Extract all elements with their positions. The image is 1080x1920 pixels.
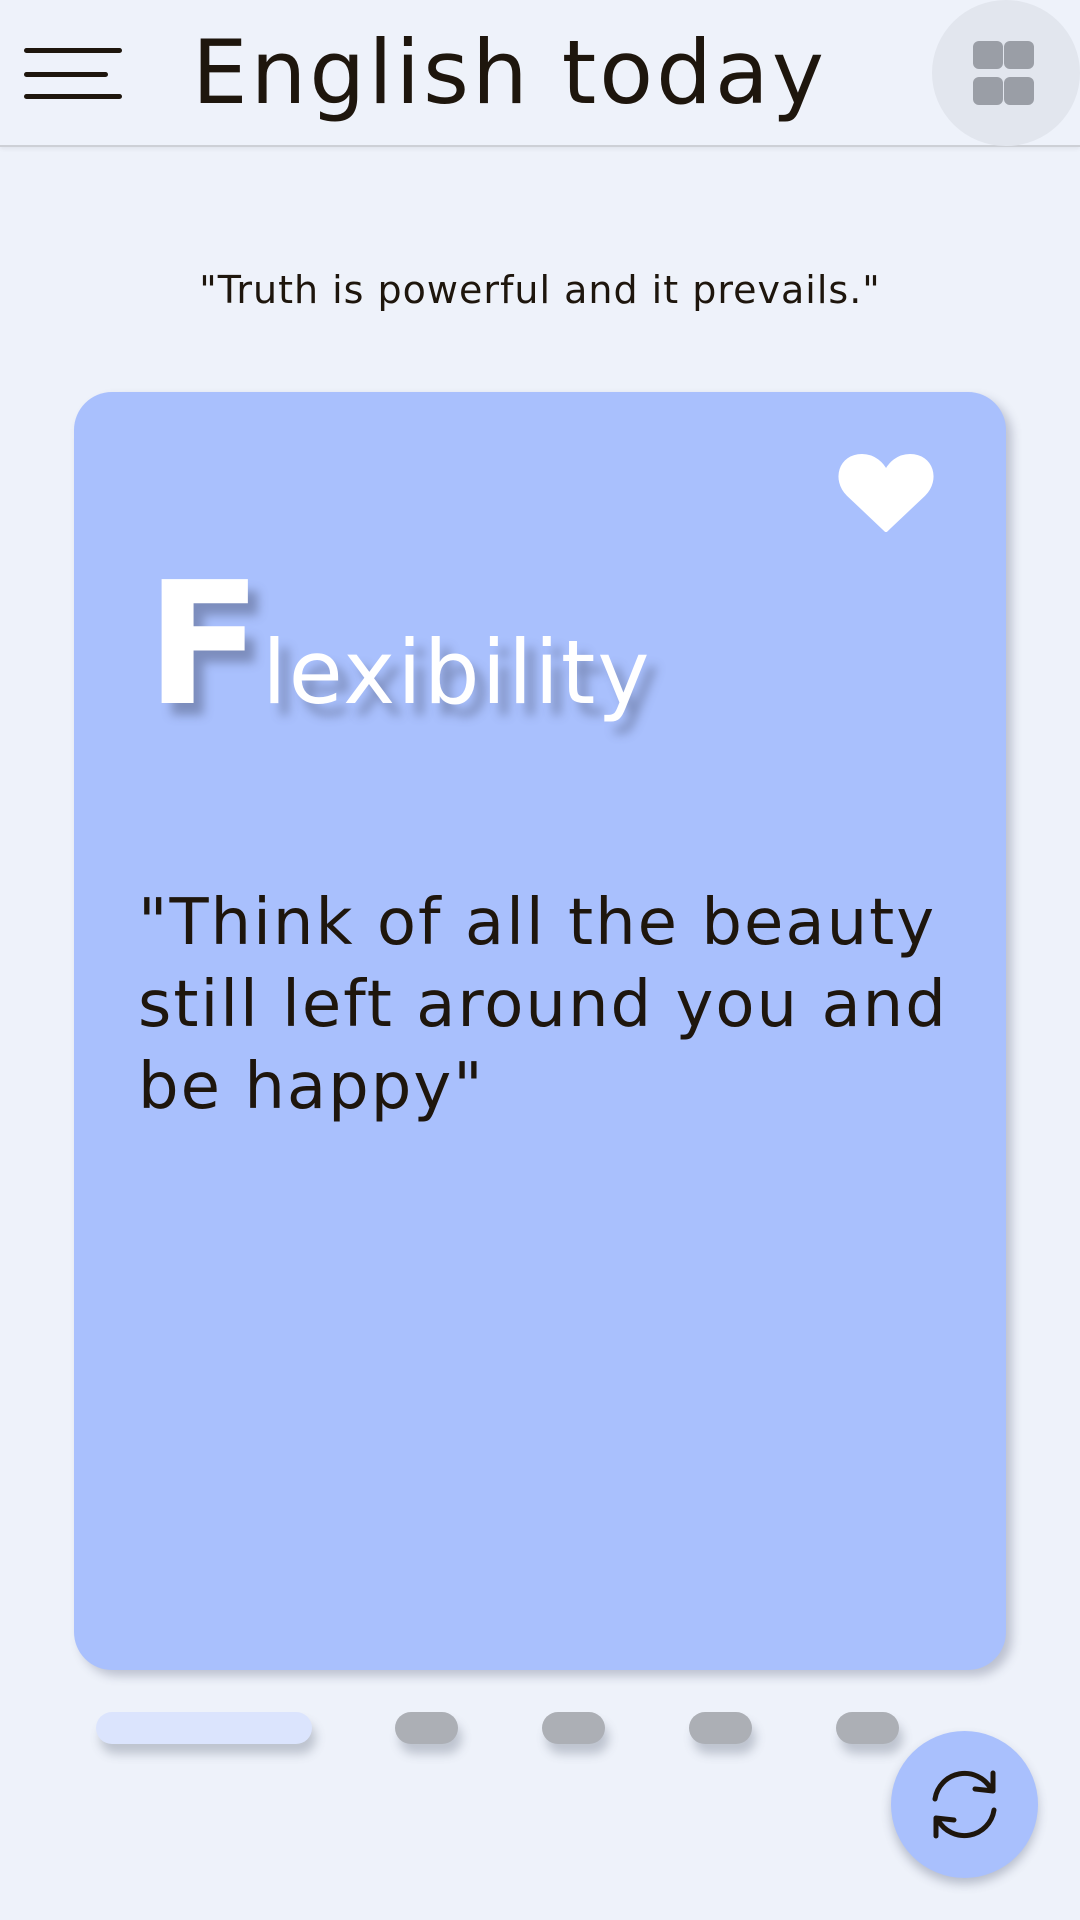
grid-view-button[interactable]	[932, 0, 1080, 146]
grid-view-icon	[973, 77, 1003, 105]
menu-line	[24, 48, 122, 53]
refresh-button[interactable]	[891, 1731, 1038, 1878]
card-quote: "Think of all the beauty still left arou…	[138, 886, 948, 1124]
word-rest: lexibility	[262, 621, 652, 724]
grid-view-icon	[1004, 41, 1034, 69]
card-word: Flexibility	[146, 560, 652, 730]
page-indicator-dot[interactable]	[836, 1712, 899, 1744]
page-indicator	[0, 1712, 1080, 1748]
page-indicator-dot[interactable]	[395, 1712, 458, 1744]
menu-line	[24, 94, 122, 99]
favorite-button[interactable]	[836, 452, 936, 532]
heart-icon	[838, 454, 934, 532]
word-first-letter: F	[146, 546, 263, 744]
word-card[interactable]: Flexibility "Think of all the beauty sti…	[74, 392, 1006, 1670]
daily-quote: "Truth is powerful and it prevails."	[199, 268, 881, 312]
page-indicator-dot[interactable]	[689, 1712, 752, 1744]
grid-view-icon	[1004, 77, 1034, 105]
page-indicator-dot-active[interactable]	[96, 1712, 312, 1744]
grid-view-icon	[973, 41, 1003, 69]
page-indicator-dot[interactable]	[542, 1712, 605, 1744]
menu-line	[24, 72, 108, 77]
app-title: English today	[192, 21, 827, 124]
refresh-icon	[932, 1770, 997, 1839]
app-bar: English today	[0, 0, 1080, 147]
hamburger-menu-icon[interactable]	[18, 38, 128, 108]
